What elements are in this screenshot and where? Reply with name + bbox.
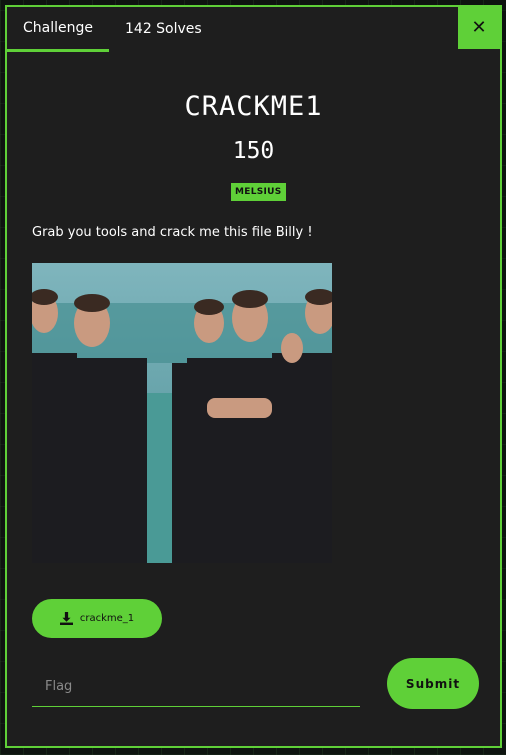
challenge-image <box>32 263 332 563</box>
download-file-label: crackme_1 <box>79 613 135 624</box>
tab-challenge-label: Challenge <box>23 20 93 36</box>
submit-button[interactable]: Submit <box>387 658 479 709</box>
tab-solves-label: 142 Solves <box>125 21 202 37</box>
author-badge: MELSIUS <box>231 183 286 201</box>
close-icon: ✕ <box>471 17 487 38</box>
tab-challenge[interactable]: Challenge <box>7 7 109 52</box>
flag-input[interactable] <box>32 667 360 707</box>
download-file-button[interactable]: crackme_1 <box>32 599 162 638</box>
download-icon <box>59 612 73 625</box>
challenge-description: Grab you tools and crack me this file Bi… <box>32 225 313 240</box>
challenge-title: CRACKME1 <box>184 91 323 122</box>
challenge-points: 150 <box>232 138 275 164</box>
tab-solves[interactable]: 142 Solves <box>109 7 218 51</box>
close-button[interactable]: ✕ <box>458 7 500 49</box>
modal-tabs: Challenge 142 Solves <box>7 7 218 53</box>
challenge-modal: Challenge 142 Solves ✕ CRACKME1 150 MELS… <box>5 5 502 748</box>
challenge-image-art <box>32 263 332 563</box>
